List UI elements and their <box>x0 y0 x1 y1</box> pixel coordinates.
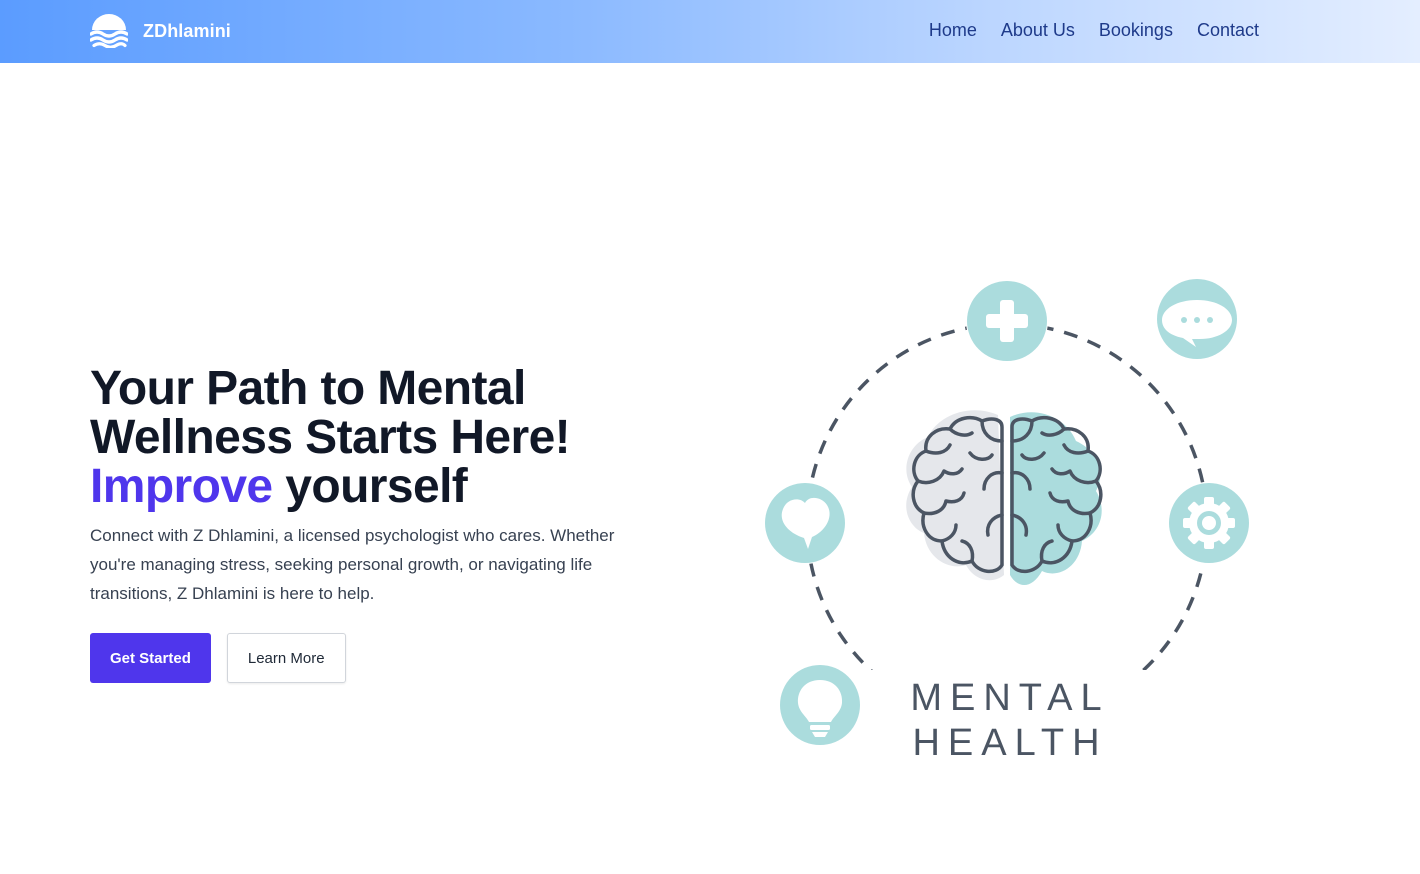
plus-icon <box>966 280 1048 362</box>
headline-line-1: Your Path to Mental <box>90 362 526 415</box>
mental-health-illustration: MENTAL HEALTH <box>760 275 1260 775</box>
main-nav: Home About Us Bookings Contact <box>929 20 1259 41</box>
learn-more-button[interactable]: Learn More <box>226 633 346 683</box>
gear-icon <box>1168 482 1250 564</box>
navbar: ZDhlamini Home About Us Bookings Contact <box>0 0 1420 63</box>
nav-about-us[interactable]: About Us <box>1001 20 1075 41</box>
get-started-button[interactable]: Get Started <box>90 633 211 683</box>
headline-rest: yourself <box>272 460 468 513</box>
nav-contact[interactable]: Contact <box>1197 20 1259 41</box>
hero-actions: Get Started Learn More <box>90 633 346 683</box>
dashed-ring <box>805 322 1209 726</box>
brand-name: ZDhlamini <box>143 20 231 41</box>
hero-section: Your Path to Mental Wellness Starts Here… <box>90 364 690 608</box>
hero-headline: Your Path to Mental Wellness Starts Here… <box>90 364 690 511</box>
brain-icon <box>906 410 1103 586</box>
heart-icon <box>764 482 846 564</box>
chat-bubble-icon <box>1157 279 1237 359</box>
headline-line-2: Wellness Starts Here! <box>90 411 571 464</box>
nav-home[interactable]: Home <box>929 20 977 41</box>
headline-accent: Improve <box>90 460 273 513</box>
illustration-caption-line-1: MENTAL <box>910 677 1110 719</box>
brand[interactable]: ZDhlamini <box>90 14 231 48</box>
nav-bookings[interactable]: Bookings <box>1099 20 1173 41</box>
waves-logo-icon <box>90 14 128 48</box>
illustration-caption-line-2: HEALTH <box>912 722 1108 764</box>
hero-description: Connect with Z Dhlamini, a licensed psyc… <box>90 526 615 603</box>
